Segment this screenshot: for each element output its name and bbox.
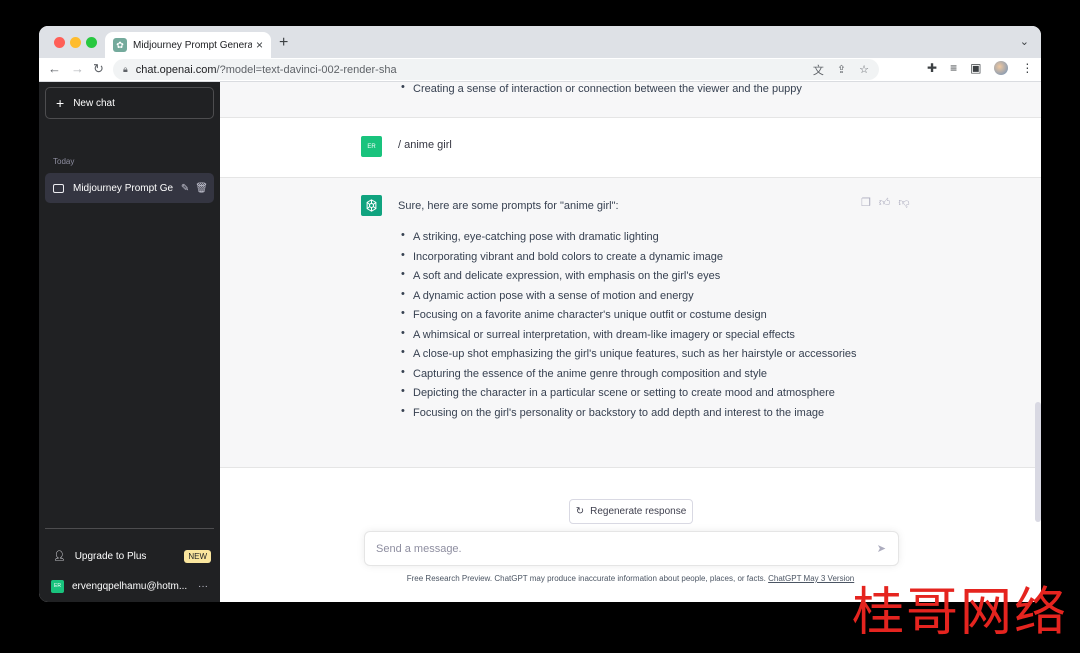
regenerate-response-button[interactable]: ↻ Regenerate response bbox=[569, 499, 693, 524]
maximize-window-button[interactable] bbox=[86, 37, 97, 48]
send-icon[interactable]: ➤ bbox=[877, 542, 886, 555]
more-options-icon[interactable]: ··· bbox=[198, 581, 208, 592]
chatgpt-app: + New chat Today Midjourney Prompt Ge ✎ … bbox=[39, 81, 1041, 602]
share-icon[interactable]: ⇪ bbox=[837, 63, 846, 76]
reading-list-icon[interactable]: ≡ bbox=[950, 61, 957, 75]
trash-icon[interactable]: 🗑︎ bbox=[195, 183, 208, 194]
tab-search-chevron-icon[interactable]: ⌄ bbox=[1020, 35, 1029, 48]
user-icon: 👤︎ bbox=[53, 550, 66, 562]
new-tab-button[interactable]: + bbox=[279, 34, 288, 52]
refresh-icon: ↻ bbox=[575, 506, 585, 517]
extension-icons: ✚ ≡ ▣ ⋮ bbox=[927, 61, 1033, 75]
assistant-intro-text: Sure, here are some prompts for "anime g… bbox=[398, 200, 619, 212]
chat-main: Creating a sense of interaction or conne… bbox=[220, 81, 1041, 602]
account-email: ervengqpelhamu@hotm... bbox=[72, 580, 188, 592]
address-bar[interactable]: 🔒︎ chat.openai.com/?model=text-davinci-0… bbox=[113, 59, 879, 80]
lock-icon[interactable]: 🔒︎ bbox=[123, 64, 128, 75]
sidebar-item-midjourney-chat[interactable]: Midjourney Prompt Ge ✎ 🗑︎ bbox=[45, 173, 214, 203]
section-today-heading: Today bbox=[53, 157, 75, 166]
footer-disclaimer: Free Research Preview. ChatGPT may produ… bbox=[220, 574, 1041, 583]
extensions-puzzle-icon[interactable]: ✚ bbox=[927, 61, 937, 75]
watermark-text: 桂哥网络 bbox=[852, 583, 1069, 643]
list-item: Capturing the essence of the anime genre… bbox=[401, 363, 863, 385]
user-message-row: ER / anime girl bbox=[220, 118, 1041, 178]
upgrade-to-plus-button[interactable]: 👤︎ Upgrade to Plus NEW bbox=[45, 542, 214, 570]
user-message-text: / anime girl bbox=[398, 139, 452, 151]
list-item: A dynamic action pose with a sense of mo… bbox=[401, 285, 863, 307]
omnibox-actions: 文 ⇪ ☆ bbox=[813, 59, 869, 80]
plus-icon: + bbox=[56, 95, 65, 111]
browser-tab-active[interactable]: ✿ Midjourney Prompt Generator. × bbox=[105, 32, 271, 58]
edit-pencil-icon[interactable]: ✎ bbox=[181, 183, 189, 194]
chat-bubble-icon bbox=[53, 183, 64, 193]
tab-close-icon[interactable]: × bbox=[256, 38, 263, 52]
assistant-message-row: Sure, here are some prompts for "anime g… bbox=[220, 178, 1041, 468]
upgrade-label: Upgrade to Plus bbox=[74, 550, 147, 562]
reload-icon[interactable]: ↻ bbox=[93, 61, 104, 77]
regenerate-label: Regenerate response bbox=[590, 506, 687, 517]
version-link[interactable]: ChatGPT May 3 Version bbox=[768, 574, 854, 583]
list-item: A whimsical or surreal interpretation, w… bbox=[401, 324, 863, 346]
previous-assistant-message: Creating a sense of interaction or conne… bbox=[220, 81, 1041, 118]
bookmark-star-icon[interactable]: ☆ bbox=[859, 63, 869, 76]
list-item: Focusing on a favorite anime character's… bbox=[401, 304, 863, 326]
back-arrow-icon[interactable]: ← bbox=[48, 61, 61, 76]
tab-title: Midjourney Prompt Generator. bbox=[133, 39, 252, 51]
list-item: Depicting the character in a particular … bbox=[401, 382, 863, 404]
chatgpt-logo-icon bbox=[361, 195, 382, 216]
list-item: Focusing on the girl's personality or ba… bbox=[401, 402, 863, 424]
tab-strip: ✿ Midjourney Prompt Generator. × + ⌄ bbox=[39, 26, 1041, 58]
message-actions: ❐ 👍︎ 👎︎ bbox=[861, 196, 910, 209]
user-avatar: ER bbox=[361, 136, 382, 157]
forward-arrow-icon[interactable]: → bbox=[71, 61, 84, 76]
message-input[interactable] bbox=[376, 542, 877, 555]
new-badge: NEW bbox=[184, 549, 211, 563]
copy-icon[interactable]: ❐ bbox=[861, 196, 871, 209]
previous-bullet: Creating a sense of interaction or conne… bbox=[401, 81, 802, 95]
thumbs-down-icon[interactable]: 👎︎ bbox=[898, 196, 909, 209]
new-chat-button[interactable]: + New chat bbox=[45, 87, 214, 119]
side-panel-icon[interactable]: ▣ bbox=[970, 61, 981, 75]
browser-menu-icon[interactable]: ⋮ bbox=[1021, 61, 1033, 75]
scrollbar[interactable] bbox=[1035, 402, 1041, 522]
list-item: A close-up shot emphasizing the girl's u… bbox=[401, 343, 863, 365]
browser-window: ✿ Midjourney Prompt Generator. × + ⌄ ← →… bbox=[39, 26, 1041, 602]
url-path: /?model=text-davinci-002-render-sha bbox=[216, 63, 397, 76]
close-window-button[interactable] bbox=[54, 37, 65, 48]
translate-icon[interactable]: 文 bbox=[813, 62, 824, 78]
prompt-list: A striking, eye-catching pose with drama… bbox=[401, 226, 863, 424]
list-item: Incorporating vibrant and bold colors to… bbox=[401, 246, 863, 268]
new-chat-label: New chat bbox=[73, 97, 115, 109]
footer-text: Free Research Preview. ChatGPT may produ… bbox=[406, 574, 769, 583]
list-item: A striking, eye-catching pose with drama… bbox=[401, 226, 863, 248]
chat-item-label: Midjourney Prompt Ge bbox=[73, 182, 174, 194]
sidebar-divider bbox=[45, 528, 214, 529]
openai-favicon-icon: ✿ bbox=[113, 38, 127, 52]
avatar: ER bbox=[51, 579, 64, 593]
account-menu-button[interactable]: ER ervengqpelhamu@hotm... ··· bbox=[45, 574, 214, 598]
message-composer: ➤ bbox=[364, 531, 899, 566]
thumbs-up-icon[interactable]: 👍︎ bbox=[879, 196, 891, 209]
profile-avatar[interactable] bbox=[994, 61, 1009, 75]
sidebar: + New chat Today Midjourney Prompt Ge ✎ … bbox=[39, 82, 220, 602]
browser-toolbar: ← → ↻ 🔒︎ chat.openai.com/?model=text-dav… bbox=[39, 58, 1041, 82]
url-host: chat.openai.com bbox=[135, 63, 217, 76]
list-item: A soft and delicate expression, with emp… bbox=[401, 265, 863, 287]
minimize-window-button[interactable] bbox=[70, 37, 81, 48]
